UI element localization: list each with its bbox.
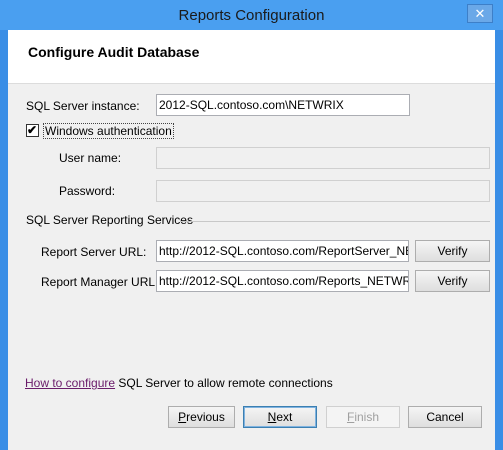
verify-report-server-button[interactable]: Verify	[415, 240, 490, 262]
sql-instance-field[interactable]: 2012-SQL.contoso.com\NETWRIX	[156, 94, 410, 116]
help-text: How to configure SQL Server to allow rem…	[25, 376, 333, 390]
page-header: Configure Audit Database	[8, 30, 495, 84]
close-icon: ✕	[474, 6, 486, 21]
windows-auth-checkbox[interactable]: ✔	[26, 123, 39, 137]
report-server-url-label: Report Server URL:	[41, 245, 147, 259]
how-to-configure-link[interactable]: How to configure	[25, 376, 115, 390]
sql-instance-label: SQL Server instance:	[26, 99, 140, 113]
report-manager-url-label: Report Manager URL:	[41, 275, 159, 289]
next-button[interactable]: Next	[243, 406, 317, 428]
close-button[interactable]: ✕	[467, 4, 493, 23]
finish-button[interactable]: Finish	[326, 406, 400, 428]
help-text-rest: SQL Server to allow remote connections	[115, 376, 333, 390]
checkmark-icon: ✔	[27, 123, 38, 137]
ssrs-group-label: SQL Server Reporting Services	[26, 213, 193, 227]
username-field[interactable]	[156, 147, 490, 169]
window-title: Reports Configuration	[178, 7, 325, 24]
previous-button[interactable]: Previous	[168, 406, 235, 428]
dialog-client-area: Configure Audit Database SQL Server inst…	[8, 30, 495, 450]
cancel-button[interactable]: Cancel	[408, 406, 482, 428]
windows-auth-label[interactable]: Windows authentication	[43, 123, 174, 139]
report-manager-url-field[interactable]: http://2012-SQL.contoso.com/Reports_NETW…	[156, 270, 409, 292]
password-field[interactable]	[156, 180, 490, 202]
page-title: Configure Audit Database	[28, 44, 200, 60]
ssrs-group-divider	[180, 221, 490, 222]
verify-report-manager-button[interactable]: Verify	[415, 270, 490, 292]
title-bar[interactable]: Reports Configuration ✕	[0, 0, 503, 30]
report-server-url-field[interactable]: http://2012-SQL.contoso.com/ReportServer…	[156, 240, 409, 262]
username-label: User name:	[59, 151, 122, 165]
reports-configuration-window: Reports Configuration ✕ Configure Audit …	[0, 0, 503, 450]
password-label: Password:	[59, 184, 116, 198]
